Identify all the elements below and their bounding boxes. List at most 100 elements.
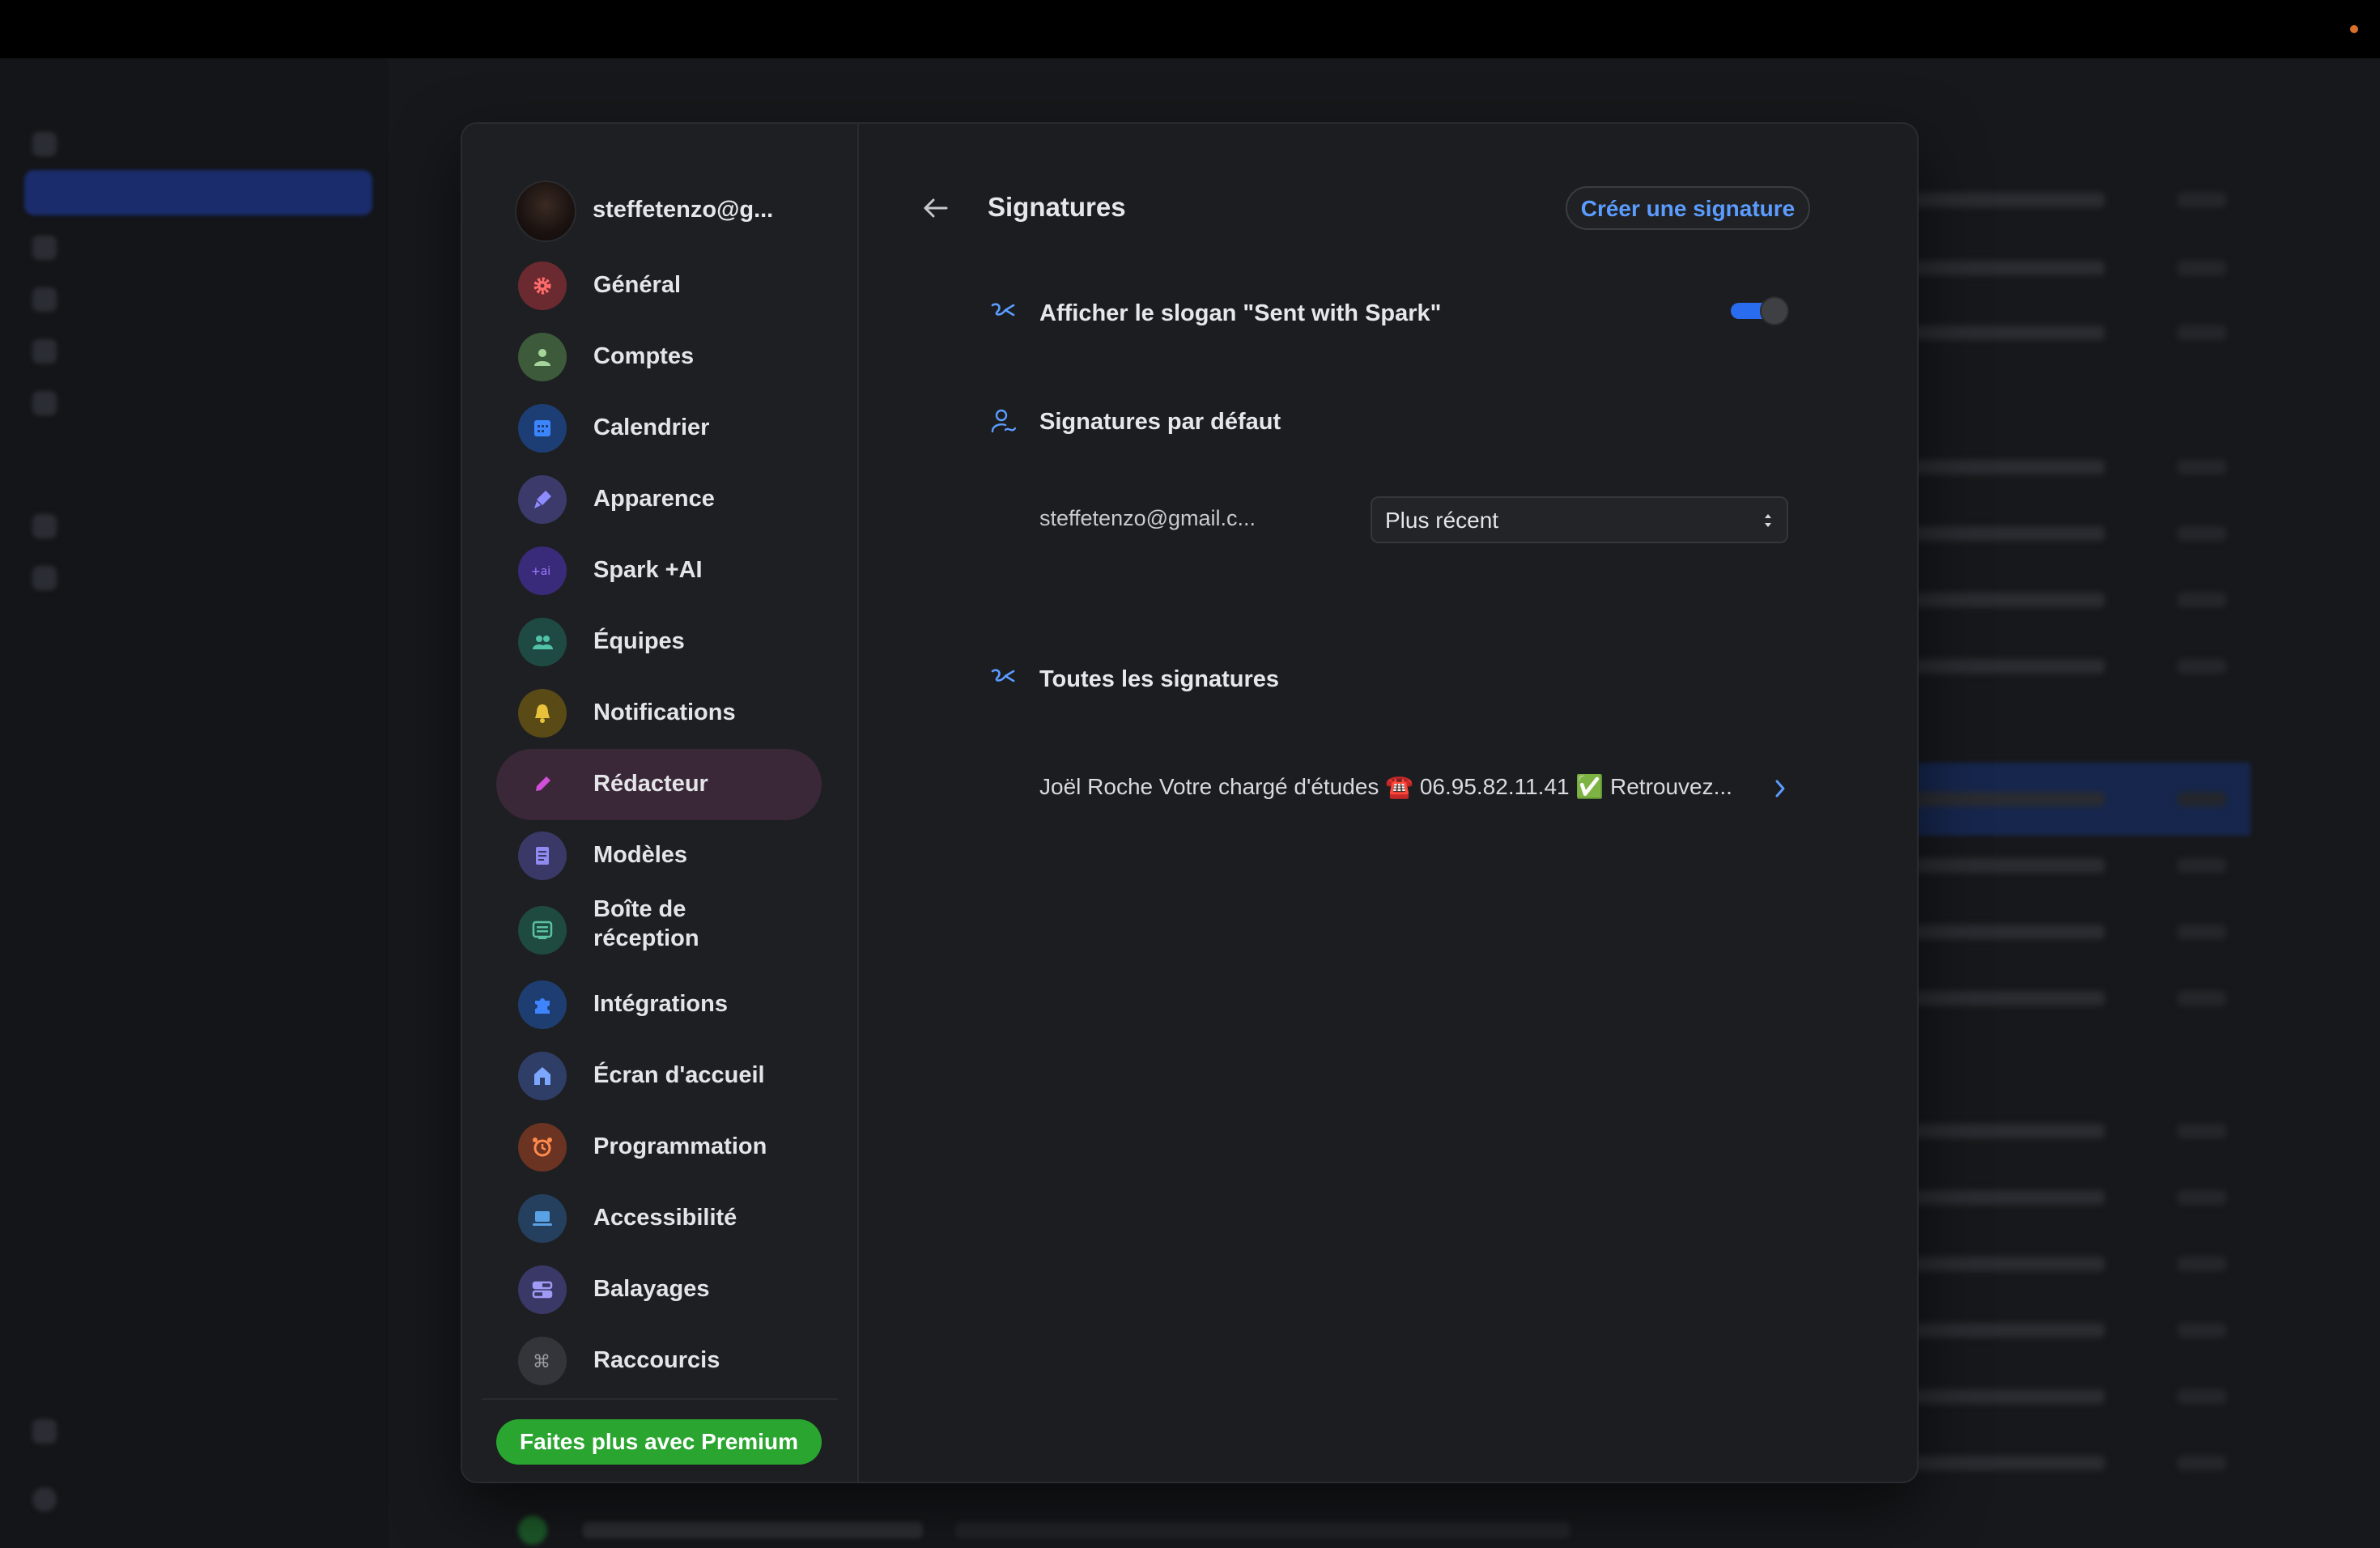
avatar xyxy=(515,181,576,242)
sidebar-item-label: Spark +AI xyxy=(593,557,703,583)
background-row xyxy=(1910,1318,2250,1342)
sidebar-item-inbox[interactable]: Boîte de réception xyxy=(496,891,822,969)
sidebar-account[interactable]: steffetenzo@g... xyxy=(515,181,839,242)
background-row xyxy=(1910,1185,2250,1210)
sidebar-item-label: Balayages xyxy=(593,1276,710,1302)
background-row xyxy=(1910,188,2250,212)
chevron-right-icon xyxy=(1775,780,1785,797)
background-row xyxy=(1910,920,2250,944)
sidebar-item-label: Accessibilité xyxy=(593,1205,737,1231)
background-row xyxy=(1910,1384,2250,1409)
sidebar-item-calendar[interactable]: Calendrier xyxy=(496,393,822,464)
ai-icon: +ai xyxy=(518,546,567,595)
background-row xyxy=(1910,455,2250,479)
default-account-label: steffetenzo@gmail.c... xyxy=(1039,506,1256,530)
background-bottom-row xyxy=(486,1516,1700,1545)
slogan-label: Afficher le slogan "Sent with Spark" xyxy=(1039,300,1442,326)
background-row xyxy=(1910,986,2250,1010)
sidebar-item-label: Calendrier xyxy=(593,415,710,440)
person-signature-icon xyxy=(991,409,1017,433)
sidebar-item-composer[interactable]: Rédacteur xyxy=(496,749,822,820)
background-item xyxy=(32,560,372,593)
sidebar-item-integrations[interactable]: Intégrations xyxy=(496,969,822,1040)
bell-icon xyxy=(518,689,567,738)
puzzle-icon xyxy=(518,980,567,1029)
signature-preview: Joël Roche Votre chargé d'études ☎️ 06.9… xyxy=(1039,774,1732,799)
signature-icon xyxy=(991,303,1015,317)
sidebar-item-notifications[interactable]: Notifications xyxy=(496,678,822,749)
background-row xyxy=(1910,1451,2250,1475)
sidebar-item-scheduling[interactable]: Programmation xyxy=(496,1112,822,1183)
create-signature-button[interactable]: Créer une signature xyxy=(1566,186,1810,230)
background-row xyxy=(1910,588,2250,612)
background-sidebar xyxy=(0,58,389,1548)
sidebar-item-appearance[interactable]: Apparence xyxy=(496,464,822,535)
sidebar-item-label: Raccourcis xyxy=(593,1347,720,1373)
background-active-item xyxy=(24,170,372,215)
home-icon xyxy=(518,1052,567,1100)
sidebar-item-swipes[interactable]: Balayages xyxy=(496,1254,822,1325)
sidebar-item-label: Comptes xyxy=(593,343,695,369)
all-signatures-heading: Toutes les signatures xyxy=(1039,666,1279,692)
background-row xyxy=(1910,321,2250,345)
background-row xyxy=(1910,787,2250,811)
sidebar-item-shortcuts[interactable]: ⌘ Raccourcis xyxy=(496,1325,822,1397)
sidebar-item-home-screen[interactable]: Écran d'accueil xyxy=(496,1040,822,1112)
sidebar-item-label: Rédacteur xyxy=(593,771,708,797)
svg-text:+ai: +ai xyxy=(531,565,550,578)
person-icon xyxy=(518,333,567,381)
sidebar-item-accounts[interactable]: Comptes xyxy=(496,321,822,393)
signature-list-item[interactable]: Joël Roche Votre chargé d'études ☎️ 06.9… xyxy=(1039,772,1785,812)
background-item xyxy=(32,126,372,159)
sidebar-item-teams[interactable]: Équipes xyxy=(496,606,822,678)
background-item xyxy=(32,508,372,541)
background-row xyxy=(1910,521,2250,546)
background-row xyxy=(1910,256,2250,280)
background-row xyxy=(1910,853,2250,878)
slogan-toggle[interactable] xyxy=(1731,296,1789,325)
background-item xyxy=(32,282,372,314)
document-icon xyxy=(518,831,567,880)
account-name: steffetenzo@g... xyxy=(593,197,774,223)
team-icon xyxy=(518,618,567,666)
signature-icon xyxy=(991,669,1015,683)
sidebar-item-spark-ai[interactable]: +ai Spark +AI xyxy=(496,535,822,606)
settings-modal: steffetenzo@g... Général Comptes Calendr… xyxy=(462,124,1917,1482)
background-item xyxy=(32,1414,372,1446)
system-menubar xyxy=(0,0,2380,58)
sidebar-item-accessibility[interactable]: Accessibilité xyxy=(496,1183,822,1254)
background-item xyxy=(32,334,372,366)
premium-button[interactable]: Faites plus avec Premium xyxy=(496,1419,822,1465)
status-dot-icon xyxy=(2350,25,2358,33)
swipe-icon xyxy=(518,1265,567,1314)
select-value: Plus récent xyxy=(1385,508,1499,533)
sidebar-item-label: Notifications xyxy=(593,700,736,725)
brush-icon xyxy=(518,475,567,524)
background-row xyxy=(1910,1252,2250,1276)
sidebar-item-label: Général xyxy=(593,272,681,298)
sidebar-item-label: Programmation xyxy=(593,1133,767,1159)
background-row xyxy=(1910,1119,2250,1143)
back-arrow-icon[interactable] xyxy=(917,190,953,226)
command-icon: ⌘ xyxy=(518,1337,567,1385)
sidebar-item-label: Boîte de réception xyxy=(593,896,699,951)
default-signature-select[interactable]: Plus récent xyxy=(1371,496,1788,543)
sidebar-item-label: Équipes xyxy=(593,628,685,654)
default-signatures-heading: Signatures par défaut xyxy=(1039,409,1281,435)
inbox-icon xyxy=(518,906,567,955)
settings-sidebar: steffetenzo@g... Général Comptes Calendr… xyxy=(462,124,859,1482)
background-item xyxy=(32,1482,372,1514)
background-item xyxy=(32,385,372,418)
sidebar-item-label: Écran d'accueil xyxy=(593,1062,765,1088)
sidebar-item-label: Intégrations xyxy=(593,991,728,1017)
sidebar-item-label: Modèles xyxy=(593,842,688,868)
background-row xyxy=(1910,654,2250,678)
sidebar-item-templates[interactable]: Modèles xyxy=(496,820,822,891)
gear-icon xyxy=(518,262,567,310)
pen-icon xyxy=(518,760,567,809)
calendar-icon xyxy=(518,404,567,453)
sidebar-item-general[interactable]: Général xyxy=(496,250,822,321)
background-item xyxy=(32,230,372,262)
alarm-clock-icon xyxy=(518,1123,567,1172)
page-title: Signatures xyxy=(988,192,1126,222)
